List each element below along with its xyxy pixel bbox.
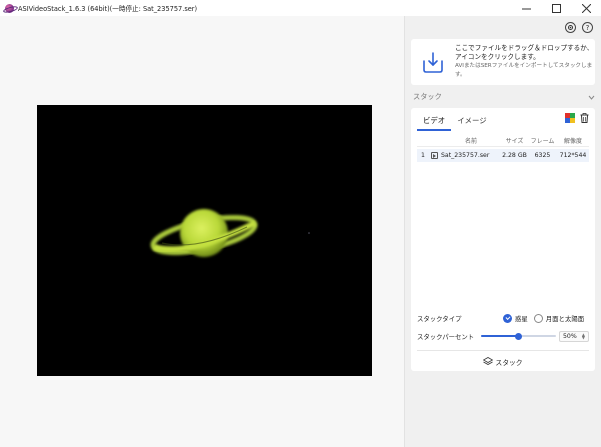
row-filename: Sat_235757.ser — [441, 152, 490, 159]
stack-button-label: スタック — [495, 358, 523, 367]
window-controls — [511, 0, 601, 16]
radio-lunar-solar[interactable]: 月面と太陽面 — [533, 313, 585, 323]
close-icon — [581, 3, 591, 13]
layers-icon — [483, 357, 494, 365]
minimize-button[interactable] — [511, 0, 541, 16]
stack-card: ビデオ イメージ 名前 サイズ フレーム 解像度 1 Sat_235757.se… — [411, 108, 595, 371]
header-size: サイズ — [505, 138, 524, 145]
row-frames: 6325 — [534, 152, 551, 159]
slider-thumb[interactable] — [515, 332, 522, 340]
video-preview — [37, 105, 372, 376]
settings-button[interactable] — [565, 22, 576, 33]
drop-zone[interactable]: ここでファイルをドラッグ＆ドロップするか、アイコンをクリックします。 AVIまた… — [411, 39, 595, 85]
row-size: 2.28 GB — [502, 152, 527, 159]
drop-instructions: ここでファイルをドラッグ＆ドロップするか、アイコンをクリックします。 AVIまた… — [455, 44, 595, 80]
minimize-icon — [521, 8, 531, 9]
stack-percent-input[interactable]: 50% ▲ ▼ — [559, 330, 589, 342]
maximize-icon — [551, 3, 561, 13]
stack-type-row: スタックタイプ 惑星 月面と太陽面 — [417, 312, 593, 324]
spinner-icon[interactable]: ▲ ▼ — [582, 333, 585, 340]
drop-sub-text: AVIまたはSERファイルをインポートしてスタックします。 — [455, 63, 593, 78]
maximize-button[interactable] — [541, 0, 571, 16]
radio-unchecked-icon — [533, 313, 543, 323]
title-bar: ASIVideoStack_1.6.3 (64bit)(一時停止: Sat_23… — [0, 0, 601, 16]
stack-button[interactable]: スタック — [417, 355, 589, 368]
file-table-header: 名前 サイズ フレーム 解像度 — [417, 135, 589, 147]
divider — [417, 350, 589, 351]
header-name: 名前 — [464, 138, 477, 145]
stack-type-label: スタックタイプ — [417, 314, 462, 323]
saturn-image — [150, 209, 310, 257]
trash-icon[interactable] — [580, 113, 589, 123]
header-resolution: 解像度 — [563, 138, 582, 145]
tab-video[interactable]: ビデオ — [417, 113, 452, 131]
import-icon[interactable] — [419, 48, 447, 76]
chevron-down-icon — [588, 95, 595, 100]
stack-percent-slider[interactable] — [481, 331, 556, 341]
stack-section-header[interactable]: スタック — [413, 92, 595, 102]
preview-pane — [0, 16, 404, 447]
slider-fill — [481, 335, 519, 337]
radio-lunar-solar-label: 月面と太陽面 — [545, 314, 585, 323]
close-button[interactable] — [571, 0, 601, 16]
card-tools — [565, 113, 589, 123]
radio-checked-icon — [503, 313, 512, 323]
window-title: ASIVideoStack_1.6.3 (64bit)(一時停止: Sat_23… — [18, 5, 198, 13]
color-channel-icon[interactable] — [565, 113, 575, 123]
settings-icon — [568, 25, 573, 30]
stack-percent-row: スタックパーセント 50% ▲ ▼ — [417, 330, 593, 342]
radio-planet-label: 惑星 — [515, 314, 528, 323]
help-icon: ? — [585, 23, 590, 32]
radio-planet[interactable]: 惑星 — [503, 313, 528, 323]
top-icons: ? — [565, 22, 593, 33]
video-file-icon — [430, 152, 438, 159]
drop-main-text: ここでファイルをドラッグ＆ドロップするか、アイコンをクリックします。 — [455, 44, 594, 61]
side-panel: ? ここでファイルをドラッグ＆ドロップするか、アイコンをクリックします。 AVI… — [404, 16, 601, 447]
app-logo-icon — [5, 3, 14, 13]
help-button[interactable]: ? — [582, 22, 593, 33]
stack-percent-label: スタックパーセント — [417, 332, 475, 341]
stack-section-title: スタック — [413, 92, 442, 101]
table-row[interactable]: 1 Sat_235757.ser 2.28 GB 6325 712*544 — [417, 149, 589, 162]
tab-image[interactable]: イメージ — [451, 113, 492, 131]
header-frames: フレーム — [530, 138, 555, 145]
row-index: 1 — [421, 152, 425, 159]
source-tabs: ビデオ イメージ — [417, 113, 493, 131]
stack-percent-value: 50% — [563, 332, 577, 340]
row-resolution: 712*544 — [559, 152, 587, 159]
